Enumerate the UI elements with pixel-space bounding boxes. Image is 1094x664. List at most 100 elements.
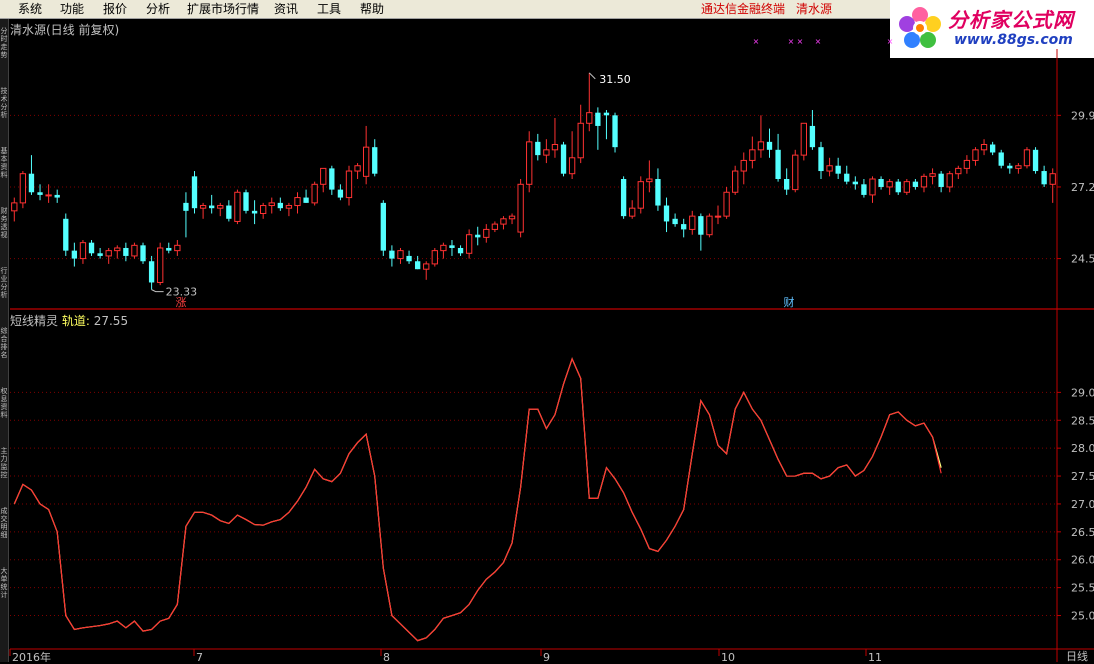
candle-body (465, 234, 473, 254)
candle-body (998, 152, 1004, 166)
candle-body (345, 170, 353, 199)
candle-body (320, 167, 327, 185)
candle-body (535, 141, 541, 156)
signal-marker-icon: × (788, 37, 795, 46)
candle-body (217, 205, 224, 209)
signal-marker-icon: × (815, 37, 822, 46)
candle-body (681, 224, 687, 230)
high-price-label: 31.50 (599, 73, 631, 86)
candle-body (672, 218, 678, 225)
candle-body (251, 210, 258, 214)
candle-body (157, 247, 164, 283)
candle-body (483, 228, 490, 238)
event-marker-limit-up: 涨 (176, 296, 187, 309)
x-tick-label: 7 (196, 651, 203, 662)
menu-function[interactable]: 功能 (60, 0, 84, 18)
candle-body (303, 197, 309, 203)
candle-body (1015, 165, 1022, 169)
candle-body (903, 181, 910, 193)
candle-body (732, 170, 739, 193)
candle-body (689, 215, 696, 230)
candle-body (835, 165, 841, 174)
candle-body (54, 194, 60, 198)
candle-body (784, 179, 790, 190)
candle-body (895, 181, 901, 193)
candle-body (491, 223, 499, 230)
candle-body (551, 144, 559, 151)
indicator-series-label: 轨道: (61, 314, 90, 328)
terminal-link[interactable]: 通达信金融终端 (701, 0, 785, 18)
candle-body (757, 141, 765, 151)
event-marker-finance: 财 (784, 295, 795, 309)
main-y-tick-label: 27.2 (1071, 181, 1094, 194)
candle-body (809, 125, 816, 148)
main-y-tick-label: 29.9 (1071, 109, 1094, 122)
candle-body (174, 244, 181, 252)
indicator-title: 短线精灵 轨道: 27.55 (10, 312, 128, 329)
candle-body (243, 192, 249, 211)
signal-marker-icon: × (887, 37, 894, 46)
candle-body (148, 261, 155, 283)
menu-system[interactable]: 系统 (18, 0, 42, 18)
candle-body (620, 179, 627, 217)
candle-body (63, 218, 69, 251)
candle-body (980, 144, 988, 151)
candle-body (612, 115, 618, 148)
candle-body (878, 179, 884, 187)
candle-body (714, 215, 722, 218)
candle-body (646, 178, 653, 183)
menu-tools[interactable]: 工具 (317, 0, 341, 18)
low-annotation-leader (151, 289, 164, 293)
candle-body (568, 157, 576, 175)
candle-body (389, 250, 395, 259)
indicator-y-tick-label: 27.0 (1071, 498, 1094, 511)
candle-body (423, 263, 430, 270)
candle-body (37, 192, 43, 195)
candle-body (71, 250, 78, 259)
indicator-y-tick-label: 25.0 (1071, 610, 1094, 623)
candle-body (105, 250, 112, 257)
candle-body (749, 149, 756, 161)
chart-area[interactable]: 29.9 27.2 24.5 29.0 28.5 28.0 27.5 27.0 26.5 26.0… (0, 19, 1094, 662)
candle-body (655, 179, 661, 206)
candle-body (526, 141, 533, 185)
candle-body (45, 194, 52, 197)
candle-body (1023, 149, 1031, 167)
x-tick-label: 8 (383, 651, 390, 662)
candle-body (792, 154, 799, 191)
candle-body (637, 181, 644, 209)
candle-body (963, 159, 971, 169)
guide-line-series (13, 357, 942, 642)
candle-body (800, 122, 807, 156)
candle-body (818, 147, 824, 172)
candle-body (560, 144, 567, 174)
candle-body (234, 191, 241, 222)
candle-body (577, 122, 584, 159)
menu-quote[interactable]: 报价 (103, 0, 127, 18)
main-y-tick-label: 24.5 (1071, 253, 1094, 266)
candle-body (285, 205, 293, 209)
menu-help[interactable]: 帮助 (360, 0, 384, 18)
candle-body (457, 247, 464, 254)
x-tick-label: 10 (721, 651, 735, 662)
candle-body (311, 183, 318, 204)
candle-body (869, 178, 876, 196)
indicator-y-tick-label: 28.0 (1071, 442, 1094, 455)
candle-body (28, 173, 35, 193)
candle-body (431, 250, 438, 265)
candle-body (766, 141, 773, 150)
candle-body (595, 112, 601, 126)
candle-body (886, 181, 893, 188)
menu-analysis[interactable]: 分析 (146, 0, 170, 18)
x-tick-label: 9 (543, 651, 550, 662)
candle-body (920, 175, 928, 188)
menu-news[interactable]: 资讯 (274, 0, 298, 18)
candle-body (226, 205, 232, 219)
candle-body (372, 147, 378, 174)
stock-name-link[interactable]: 清水源 (796, 0, 832, 18)
candle-body (706, 215, 713, 236)
indicator-y-tick-label: 26.0 (1071, 554, 1094, 567)
menu-extended-market[interactable]: 扩展市场行情 (187, 0, 259, 18)
candle-body (131, 244, 138, 257)
candle-body (123, 247, 129, 256)
